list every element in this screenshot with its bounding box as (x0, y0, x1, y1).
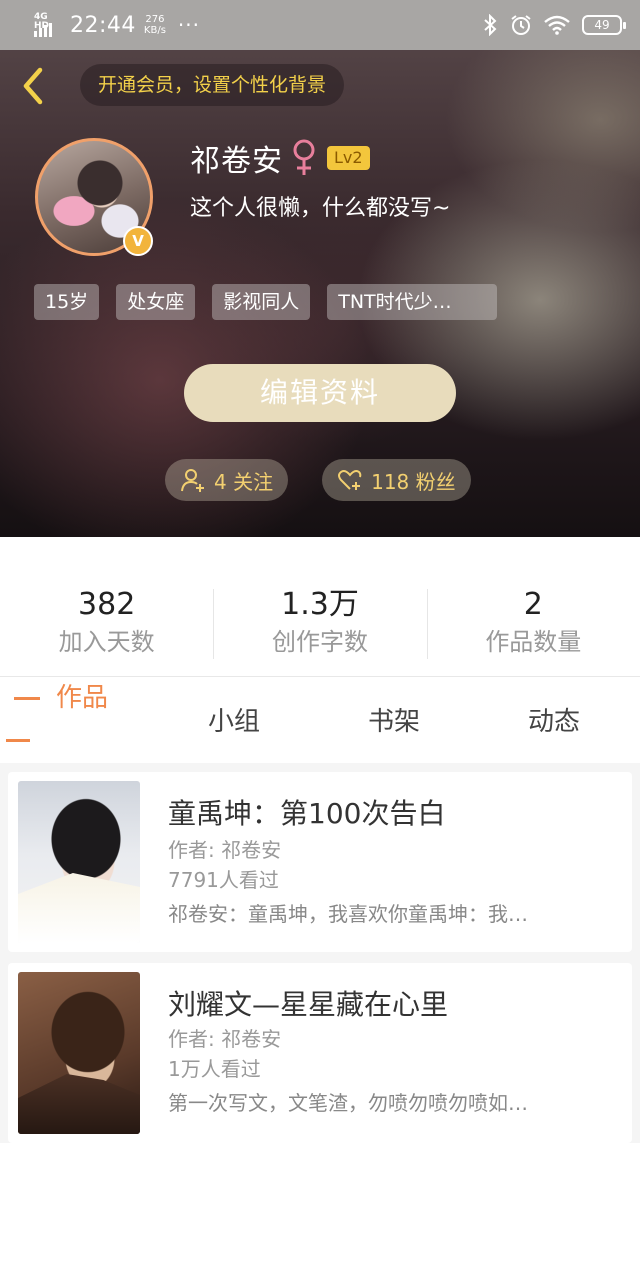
list-item[interactable]: 童禹坤：第100次告白 作者: 祁卷安 7791人看过 祁卷安：童禹坤，我喜欢你… (8, 772, 632, 952)
content-tabs: 作品 小组 书架 动态 (0, 677, 640, 763)
network-indicator: 4G HD (34, 13, 62, 37)
stat-days: 382 加入天数 (58, 587, 155, 656)
user-bio: 这个人很懒，什么都没写~ (190, 196, 451, 221)
work-author: 作者: 祁卷安 (168, 1027, 282, 1051)
battery-level: 49 (594, 18, 610, 32)
stat-works: 2 作品数量 (426, 585, 640, 665)
add-follow-icon (181, 469, 204, 492)
work-cover (18, 781, 140, 943)
stat-words: 1.3万 创作字数 (213, 585, 426, 665)
stats-row: 382 加入天数 1.3万 创作字数 2 作品数量 (0, 585, 640, 665)
avatar[interactable]: V (35, 138, 155, 258)
following-count: 4 关注 (214, 469, 274, 494)
edit-profile-button[interactable]: 编辑资料 (184, 364, 456, 422)
more-notifications: ··· (177, 13, 200, 37)
status-bar: 4G HD 22:44 276 KB/s ··· 49 (0, 0, 640, 50)
followers-button[interactable]: 118 粉丝 (322, 459, 471, 501)
tab-bookshelf[interactable]: 书架 (368, 701, 420, 738)
tab-indicator (14, 697, 40, 700)
work-cover (18, 972, 140, 1134)
work-title: 刘耀文—星星藏在心里 (168, 988, 449, 1021)
level-badge: Lv2 (327, 146, 370, 170)
verified-badge: V (123, 226, 153, 256)
name-row: 祁卷安 Lv2 (190, 136, 370, 180)
list-item[interactable]: 刘耀文—星星藏在心里 作者: 祁卷安 1万人看过 第一次写文，文笔渣，勿喷勿喷勿… (8, 963, 632, 1143)
following-button[interactable]: 4 关注 (165, 459, 289, 501)
network-speed: 276 KB/s (143, 14, 166, 36)
work-title: 童禹坤：第100次告白 (168, 797, 446, 830)
clock: 22:44 (70, 12, 136, 38)
tag-age: 15岁 (34, 284, 100, 320)
user-name: 祁卷安 (190, 144, 283, 179)
tag-zodiac: 处女座 (116, 284, 196, 320)
tag-genre: 影视同人 (212, 284, 311, 320)
tab-activity[interactable]: 动态 (528, 701, 580, 738)
back-arrow-icon[interactable] (18, 66, 48, 106)
bluetooth-icon (484, 14, 497, 36)
heart-plus-icon (338, 470, 362, 490)
profile-tags: 15岁 处女座 影视同人 TNT时代少… (34, 284, 498, 320)
work-views: 1万人看过 (168, 1057, 261, 1081)
female-icon (293, 139, 315, 175)
tab-indicator-bottom (6, 739, 30, 742)
followers-count: 118 粉丝 (371, 469, 456, 494)
work-author: 作者: 祁卷安 (168, 838, 282, 862)
signal-icon (34, 23, 52, 37)
work-description: 祁卷安：童禹坤，我喜欢你童禹坤：我… (168, 902, 528, 926)
wifi-icon (544, 15, 570, 35)
tab-works[interactable]: 作品 (56, 677, 108, 714)
tab-groups[interactable]: 小组 (208, 701, 260, 738)
work-views: 7791人看过 (168, 868, 279, 892)
follow-row: 4 关注 118 粉丝 (165, 459, 471, 501)
vip-banner-button[interactable]: 开通会员，设置个性化背景 (80, 64, 345, 106)
battery-icon: 49 (582, 15, 626, 35)
work-description: 第一次写文，文笔渣，勿喷勿喷勿喷如… (168, 1091, 528, 1115)
alarm-icon (511, 15, 531, 35)
tag-interest: TNT时代少… (327, 284, 498, 320)
